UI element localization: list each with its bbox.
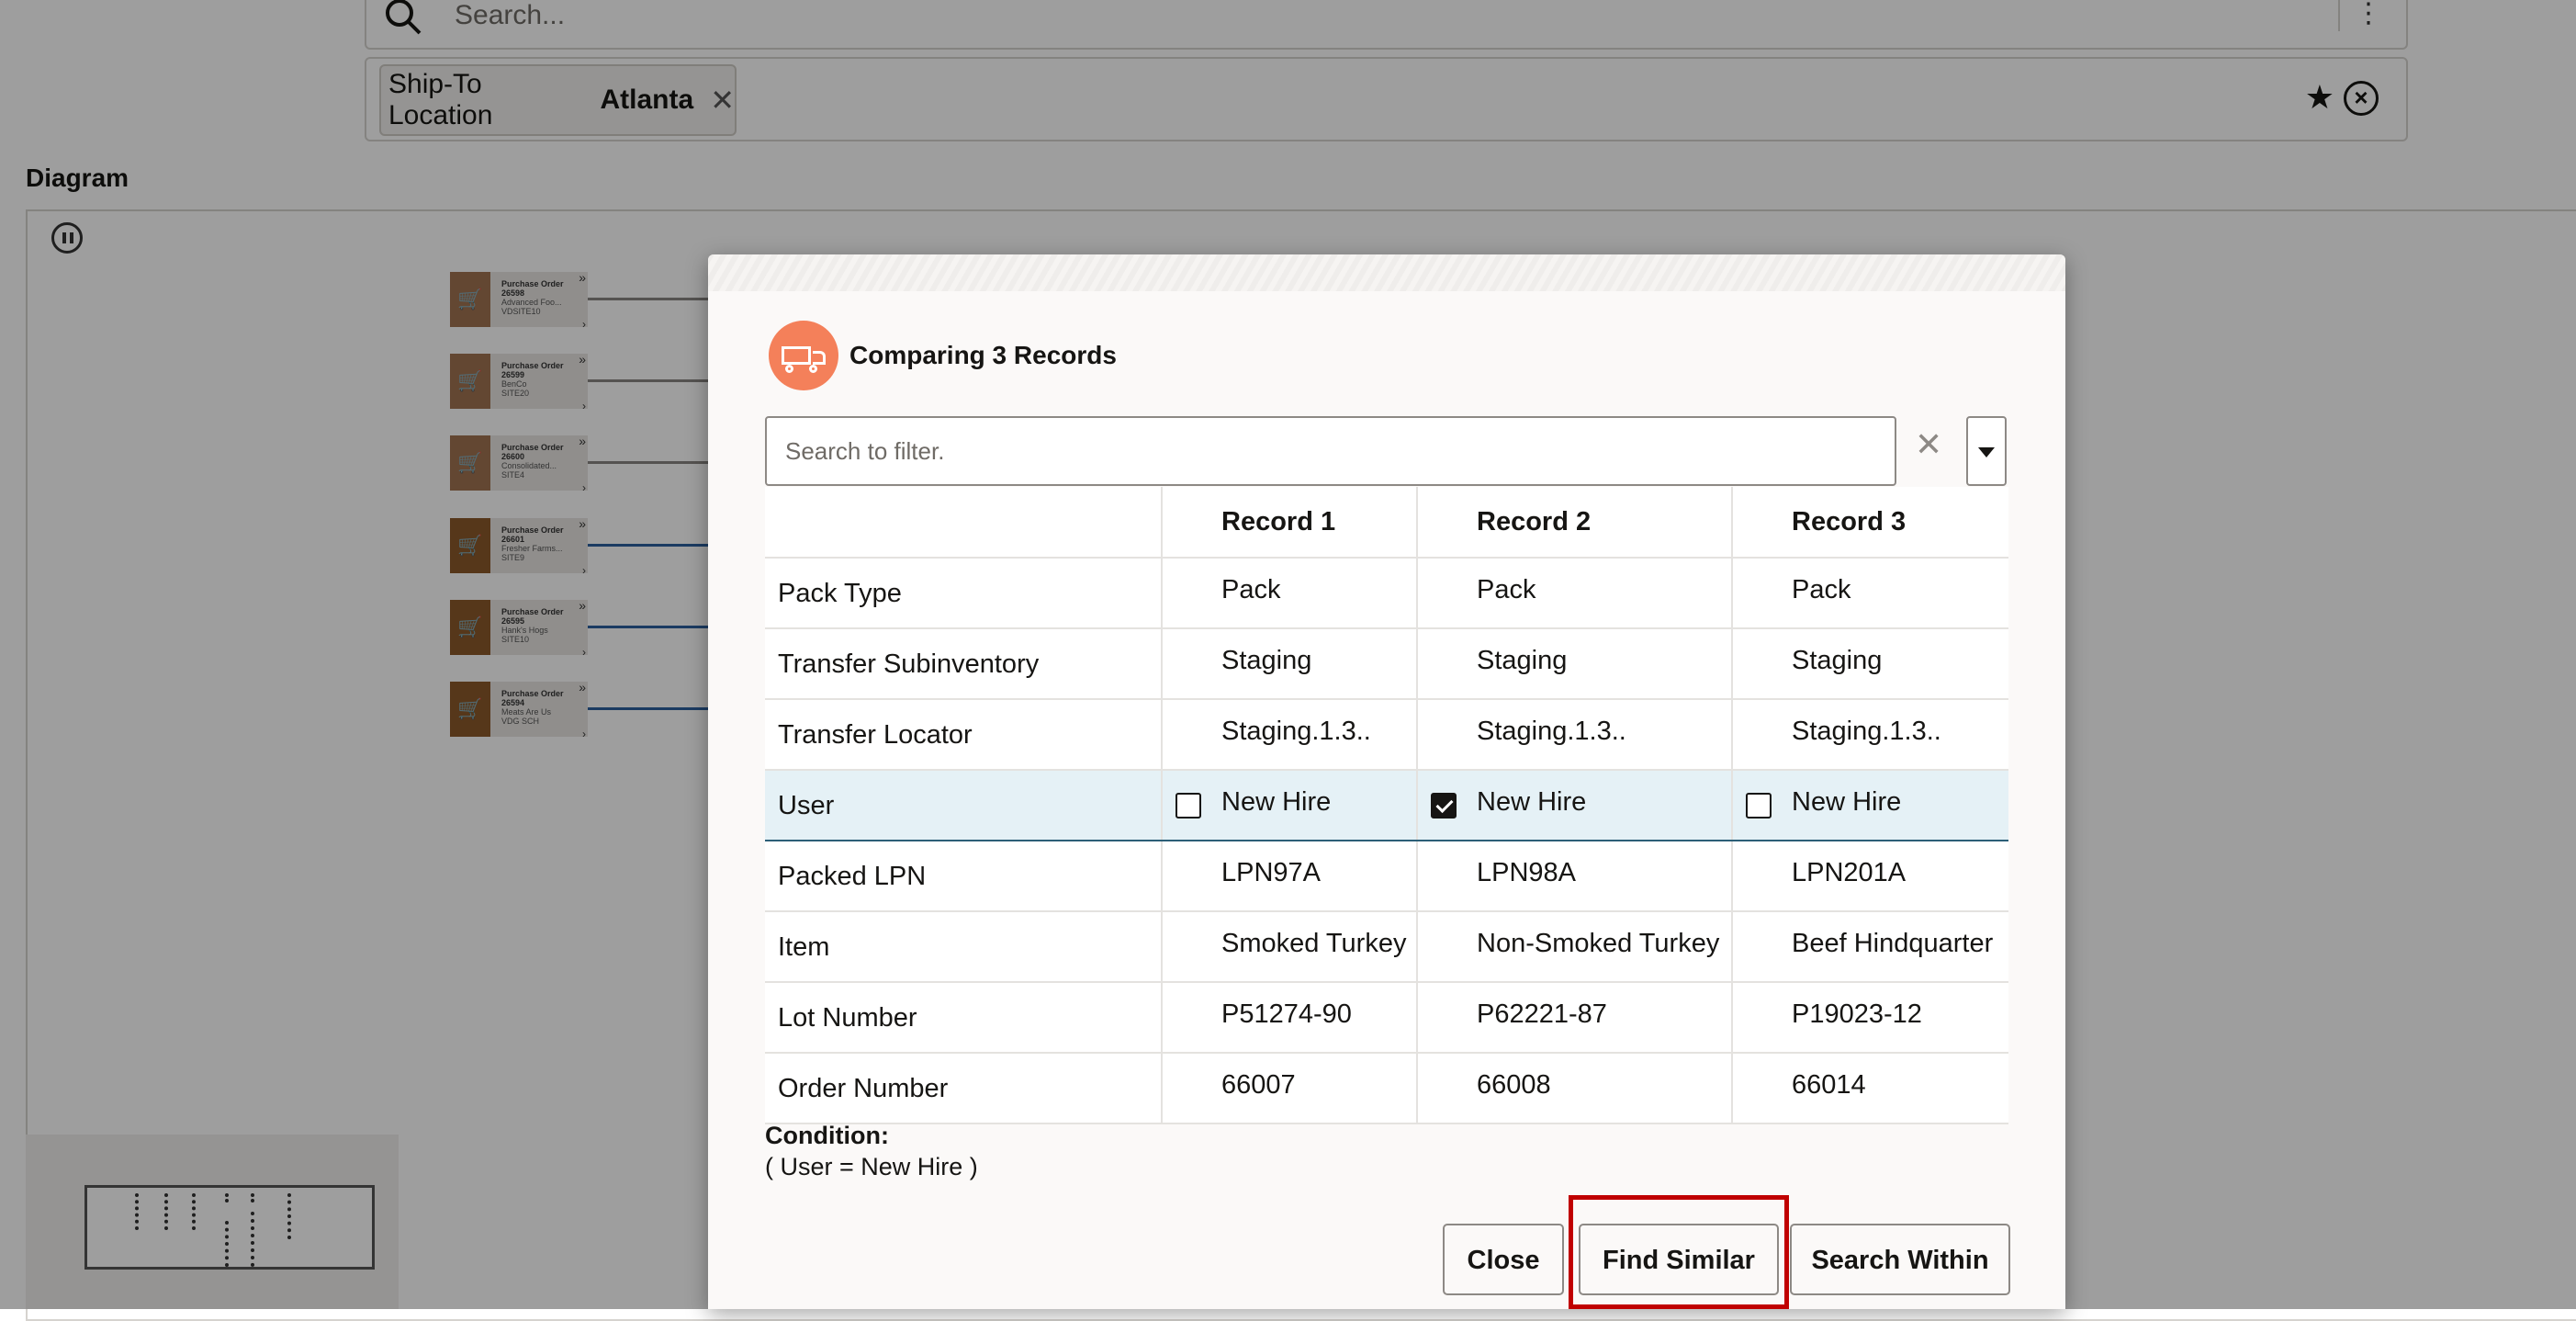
record-2-value: Pack	[1417, 558, 1733, 629]
field-name: Transfer Locator	[765, 699, 1163, 771]
compare-table: Record 1 Record 2 Record 3 Pack Type Pack…	[765, 487, 2008, 1124]
cell-value: New Hire	[1477, 787, 1587, 817]
record-1-value: Staging	[1162, 628, 1418, 700]
cell-value: Pack	[1221, 575, 1281, 604]
cell-value: P62221-87	[1477, 999, 1607, 1029]
cell-value: 66008	[1477, 1070, 1551, 1100]
dialog-header-strip[interactable]	[708, 254, 2065, 291]
record-3-value: Staging	[1732, 628, 2008, 700]
record-3-value: Beef Hindquarter	[1732, 911, 2008, 983]
record-1-value: New Hire	[1162, 769, 1418, 841]
cell-value: New Hire	[1221, 787, 1332, 817]
cell-value: Staging	[1221, 646, 1312, 675]
table-row[interactable]: Item Smoked Turkey Non-Smoked Turkey Beef H…	[765, 911, 2008, 983]
table-row[interactable]: Order Number 66007 66008 66014	[765, 1053, 2008, 1124]
cell-value: 66014	[1792, 1070, 1866, 1100]
field-name: Transfer Subinventory	[765, 628, 1163, 700]
record-3-value: Staging.1.3..	[1732, 699, 2008, 771]
search-within-button[interactable]: Search Within	[1790, 1224, 2010, 1295]
record-1-value: 66007	[1162, 1053, 1418, 1124]
truck-icon	[769, 321, 838, 390]
record-2-value: LPN98A	[1417, 841, 1733, 912]
cell-value: Staging	[1792, 646, 1883, 675]
table-row[interactable]: User New Hire New Hire New Hire	[765, 769, 2008, 841]
cell-value: Staging.1.3..	[1792, 717, 1941, 746]
cell-value: LPN201A	[1792, 858, 1907, 887]
cell-value: Staging.1.3..	[1477, 717, 1626, 746]
record-1-value: Smoked Turkey	[1162, 911, 1418, 983]
field-name: Packed LPN	[765, 841, 1163, 912]
cell-value: Smoked Turkey	[1221, 929, 1407, 958]
record-3-value: Pack	[1732, 558, 2008, 629]
field-name: User	[765, 769, 1163, 841]
condition-label: Condition:	[765, 1122, 889, 1149]
record-3-value: P19023-12	[1732, 982, 2008, 1054]
field-name: Lot Number	[765, 982, 1163, 1054]
record-1-value: Pack	[1162, 558, 1418, 629]
column-header-record-2[interactable]: Record 2	[1417, 487, 1733, 559]
table-row[interactable]: Packed LPN LPN97A LPN98A LPN201A	[765, 841, 2008, 912]
table-row[interactable]: Transfer Locator Staging.1.3.. Staging.1.3…	[765, 699, 2008, 771]
record-2-value: Staging.1.3..	[1417, 699, 1733, 771]
record-2-value: P62221-87	[1417, 982, 1733, 1054]
record-3-value: New Hire	[1732, 769, 2008, 841]
cell-value: LPN98A	[1477, 858, 1577, 887]
column-header-record-3[interactable]: Record 3	[1732, 487, 2008, 559]
cell-value: LPN97A	[1221, 858, 1322, 887]
table-header-row: Record 1 Record 2 Record 3	[765, 487, 2008, 559]
field-name: Order Number	[765, 1053, 1163, 1124]
record-1-value: P51274-90	[1162, 982, 1418, 1054]
compare-records-dialog: Comparing 3 Records ✕ Record 1 Record 2 …	[708, 254, 2065, 1309]
cell-value: P51274-90	[1221, 999, 1352, 1029]
record-3-value: 66014	[1732, 1053, 2008, 1124]
cell-value: Staging	[1477, 646, 1568, 675]
record-1-value: LPN97A	[1162, 841, 1418, 912]
table-row[interactable]: Pack Type Pack Pack Pack	[765, 558, 2008, 629]
cell-value: 66007	[1221, 1070, 1296, 1100]
filter-dropdown-button[interactable]	[1966, 416, 2007, 486]
table-row[interactable]: Lot Number P51274-90 P62221-87 P19023-12	[765, 982, 2008, 1054]
record-3-value: LPN201A	[1732, 841, 2008, 912]
cell-value: Staging.1.3..	[1221, 717, 1371, 746]
record-3-checkbox[interactable]	[1746, 793, 1772, 819]
cell-value: New Hire	[1792, 787, 1902, 817]
dialog-title: Comparing 3 Records	[849, 341, 1117, 369]
field-name: Pack Type	[765, 558, 1163, 629]
column-header	[765, 487, 1163, 559]
cell-value: Pack	[1792, 575, 1851, 604]
cell-value: Non-Smoked Turkey	[1477, 929, 1720, 958]
close-button[interactable]: Close	[1443, 1224, 1564, 1295]
table-row[interactable]: Transfer Subinventory Staging Staging Stagi…	[765, 628, 2008, 700]
record-2-value: Staging	[1417, 628, 1733, 700]
cell-value: P19023-12	[1792, 999, 1922, 1029]
cell-value: Beef Hindquarter	[1792, 929, 1994, 958]
clear-icon[interactable]: ✕	[1915, 425, 1942, 464]
record-1-checkbox[interactable]	[1176, 793, 1201, 819]
find-similar-button[interactable]: Find Similar	[1579, 1224, 1779, 1295]
field-name: Item	[765, 911, 1163, 983]
record-2-value: New Hire	[1417, 769, 1733, 841]
record-2-value: 66008	[1417, 1053, 1733, 1124]
filter-input[interactable]	[765, 416, 1896, 486]
record-1-value: Staging.1.3..	[1162, 699, 1418, 771]
column-header-record-1[interactable]: Record 1	[1162, 487, 1418, 559]
record-2-checkbox[interactable]	[1431, 793, 1457, 819]
cell-value: Pack	[1477, 575, 1536, 604]
condition-text: ( User = New Hire )	[765, 1153, 978, 1180]
record-2-value: Non-Smoked Turkey	[1417, 911, 1733, 983]
